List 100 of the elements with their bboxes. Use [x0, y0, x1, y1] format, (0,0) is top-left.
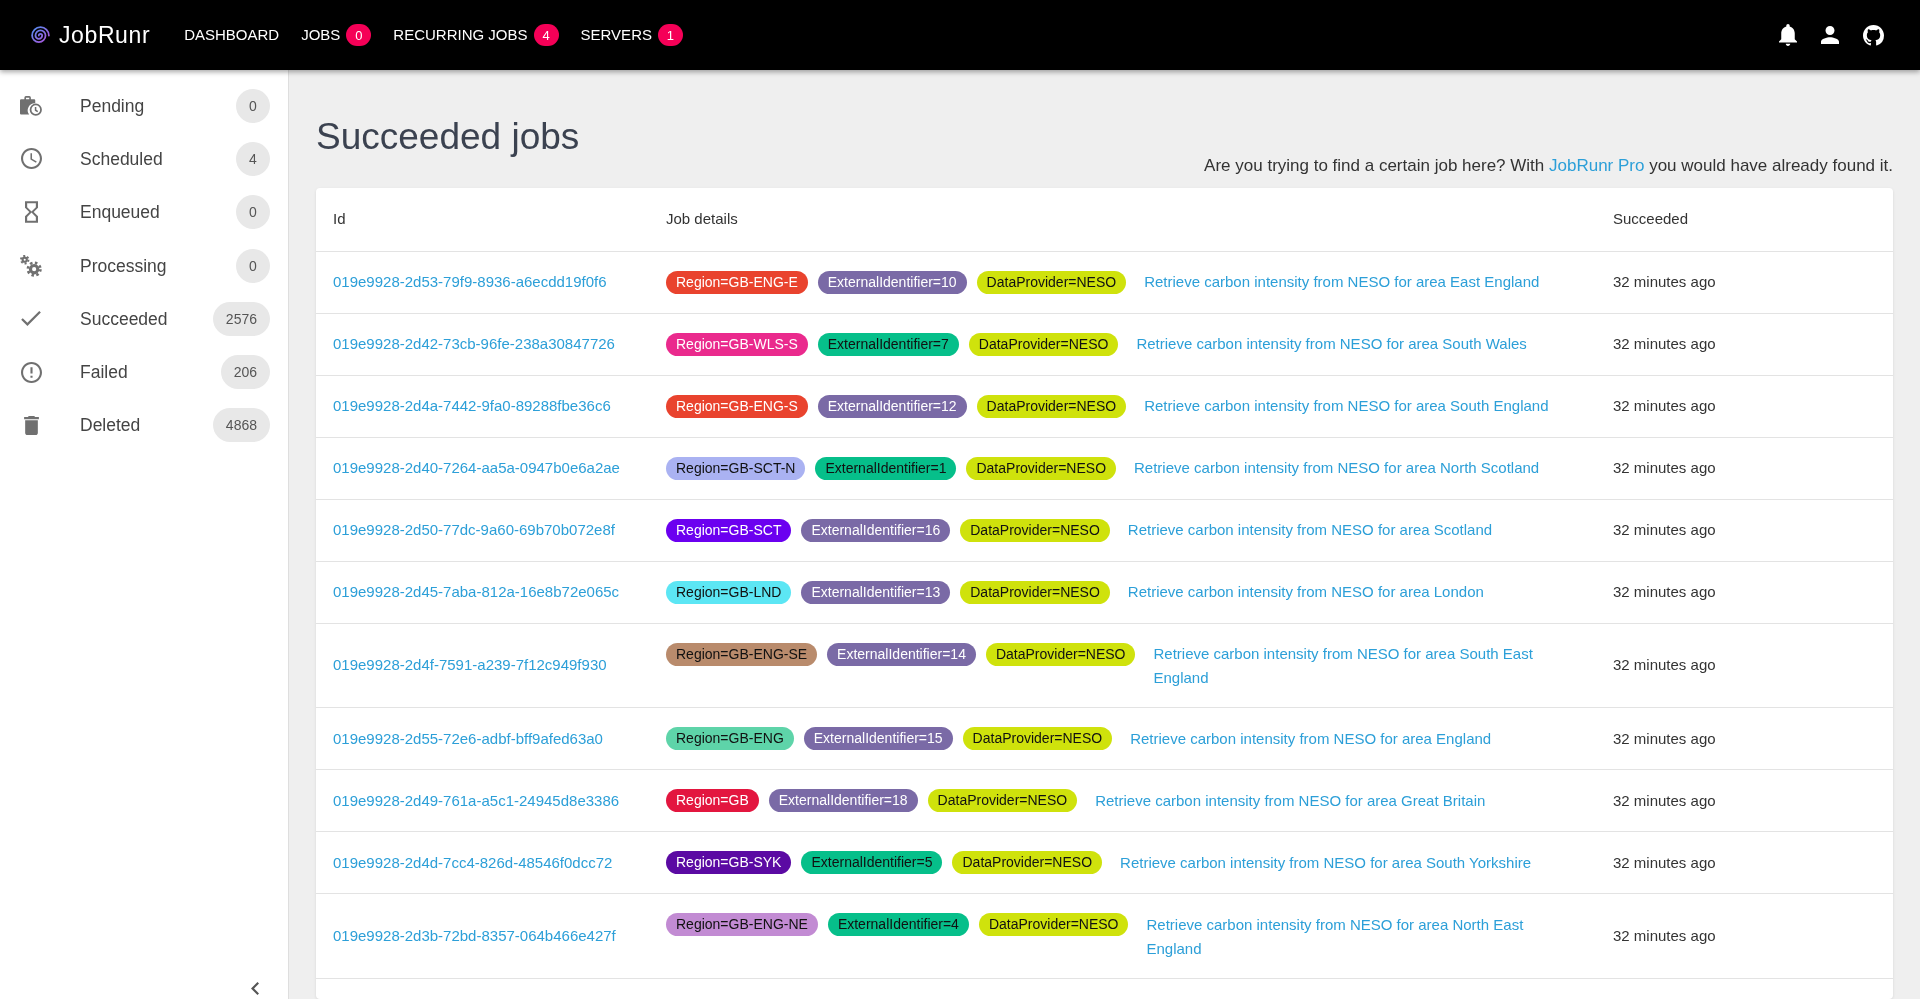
job-id-link[interactable]: 019e9928-2d3b-72bd-8357-064b466e427f	[333, 926, 616, 944]
job-id-link[interactable]: 019e9928-2d4a-7442-9fa0-89288fbe36c6	[333, 397, 611, 414]
count-badge: 0	[236, 88, 270, 123]
count-badge: 4868	[212, 408, 270, 443]
succeeded-time: 32 minutes ago	[1613, 853, 1716, 871]
job-tag: DataProvider=NESO	[962, 727, 1113, 750]
job-id-link[interactable]: 019e9928-2d4f-7591-a239-7f12c949f930	[333, 656, 607, 674]
briefcase-clock-icon	[20, 95, 42, 116]
job-tag: ExternalIdentifier=18	[768, 789, 918, 812]
job-tag: Region=GB-ENG-SE	[666, 642, 818, 666]
job-name-link[interactable]: Retrieve carbon intensity from NESO for area Great Britain	[1095, 788, 1486, 813]
job-tag: Region=GB	[666, 789, 759, 812]
job-tag: DataProvider=NESO	[976, 270, 1127, 294]
job-id-link[interactable]: 019e9928-2d40-7264-aa5a-0947b0e6a2ae	[333, 459, 620, 476]
person-icon	[1821, 26, 1839, 44]
job-tag: Region=GB-LND	[666, 580, 792, 604]
job-name-link[interactable]: Retrieve carbon intensity from NESO for area North Scotland	[1134, 456, 1540, 480]
job-id-link[interactable]: 019e9928-2d4d-7cc4-826d-48546f0dcc72	[333, 853, 613, 871]
notifications-button[interactable]	[1779, 24, 1797, 46]
nav-link[interactable]: JOBS	[301, 25, 341, 45]
sidebar-link[interactable]: Deleted	[20, 413, 141, 438]
job-id-link[interactable]: 019e9928-2d53-79f9-8936-a6ecdd19f0f6	[333, 273, 607, 290]
bell-icon	[1779, 24, 1797, 46]
count-badge: 0	[346, 24, 372, 46]
spiral-logo-icon	[31, 25, 50, 45]
hourglass-icon	[24, 201, 38, 224]
job-tag: ExternalIdentifier=13	[801, 580, 951, 604]
job-name-link[interactable]: Retrieve carbon intensity from NESO for area England	[1130, 726, 1492, 751]
clock-icon	[20, 148, 42, 170]
succeeded-time: 32 minutes ago	[1613, 459, 1716, 476]
github-button[interactable]	[1863, 24, 1884, 46]
job-name-link[interactable]: Retrieve carbon intensity from NESO for area South England	[1144, 394, 1549, 418]
job-tag: Region=GB-ENG-NE	[666, 913, 818, 936]
account-button[interactable]	[1821, 26, 1839, 44]
job-tag: DataProvider=NESO	[985, 642, 1136, 666]
job-tag: DataProvider=NESO	[976, 394, 1127, 418]
job-name-link[interactable]: Retrieve carbon intensity from NESO for area East England	[1144, 270, 1540, 294]
job-tag: DataProvider=NESO	[978, 913, 1129, 936]
job-id-link[interactable]: 019e9928-2d49-761a-a5c1-24945d8e3386	[333, 791, 620, 809]
sidebar-link[interactable]: Pending	[20, 93, 145, 118]
job-name-link[interactable]: Retrieve carbon intensity from NESO for area London	[1127, 580, 1484, 604]
count-badge: 206	[220, 355, 270, 390]
sidebar-link[interactable]: Processing	[20, 253, 167, 278]
job-tag: ExternalIdentifier=5	[801, 851, 943, 874]
job-tag: Region=GB-ENG-S	[666, 394, 808, 418]
job-tag: DataProvider=NESO	[968, 332, 1119, 356]
job-tag: Region=GB-ENG-E	[666, 270, 808, 294]
job-name-link[interactable]: Retrieve carbon intensity from NESO for area North East England	[1146, 912, 1579, 961]
job-name-link[interactable]: Retrieve carbon intensity from NESO for area South East England	[1153, 642, 1579, 690]
job-tag: ExternalIdentifier=14	[827, 642, 976, 666]
sidebar-link[interactable]: Succeeded	[20, 306, 168, 331]
job-tag: DataProvider=NESO	[960, 518, 1110, 542]
jobrunr-pro-link[interactable]: JobRunr Pro	[1549, 156, 1645, 175]
job-tag: ExternalIdentifier=4	[827, 913, 969, 936]
column-header: Job details	[666, 210, 738, 228]
count-badge: 4	[236, 141, 270, 176]
job-tag: DataProvider=NESO	[960, 580, 1110, 604]
nav-link[interactable]: RECURRING JOBS	[393, 25, 528, 45]
sidebar-link[interactable]: Failed	[20, 360, 128, 385]
job-tag: Region=GB-ENG	[666, 727, 794, 750]
job-tag: ExternalIdentifier=7	[817, 332, 959, 356]
sidebar-link[interactable]: Scheduled	[20, 146, 163, 171]
trash-icon	[23, 415, 39, 435]
gears-icon	[20, 254, 42, 277]
page-title: Succeeded jobs	[316, 118, 580, 156]
job-name-link[interactable]: Retrieve carbon intensity from NESO for area South Wales	[1136, 332, 1527, 356]
job-id-link[interactable]: 019e9928-2d55-72e6-adbf-bff9afed63a0	[333, 729, 603, 747]
succeeded-time: 32 minutes ago	[1613, 335, 1716, 352]
job-tag: Region=GB-WLS-S	[666, 332, 808, 356]
job-tag: ExternalIdentifier=10	[817, 270, 967, 294]
promo-text: Are you trying to find a certain job here? With JobRunr Pro you would have already found it.	[1204, 156, 1893, 176]
succeeded-time: 32 minutes ago	[1613, 397, 1716, 414]
job-name-link[interactable]: Retrieve carbon intensity from NESO for area South Yorkshire	[1120, 850, 1532, 875]
github-icon	[1863, 24, 1884, 46]
chevron-left-icon	[251, 982, 259, 995]
job-tag: ExternalIdentifier=15	[803, 727, 953, 750]
succeeded-time: 32 minutes ago	[1613, 791, 1716, 809]
job-id-link[interactable]: 019e9928-2d45-7aba-812a-16e8b72e065c	[333, 583, 620, 600]
job-tag: DataProvider=NESO	[927, 789, 1078, 812]
job-tag: DataProvider=NESO	[952, 851, 1103, 874]
job-tag: DataProvider=NESO	[966, 456, 1117, 480]
column-header: Id	[333, 210, 346, 228]
sidebar-link[interactable]: Enqueued	[20, 200, 160, 225]
job-name-link[interactable]: Retrieve carbon intensity from NESO for area Scotland	[1127, 518, 1493, 542]
count-badge: 0	[236, 195, 270, 230]
count-badge: 2576	[212, 301, 270, 336]
logo-text[interactable]: JobRunr	[59, 21, 151, 49]
job-id-link[interactable]: 019e9928-2d50-77dc-9a60-69b70b072e8f	[333, 521, 615, 538]
job-tag: Region=GB-SCT-N	[666, 456, 806, 480]
succeeded-time: 32 minutes ago	[1613, 926, 1716, 944]
job-tag: Region=GB-SYK	[666, 851, 792, 874]
job-tag: ExternalIdentifier=12	[817, 394, 967, 418]
nav-link[interactable]: SERVERS	[580, 25, 652, 45]
count-badge: 1	[657, 24, 683, 46]
job-tag: ExternalIdentifier=16	[801, 518, 951, 542]
job-tag: Region=GB-SCT	[666, 518, 792, 542]
succeeded-time: 32 minutes ago	[1613, 656, 1716, 674]
nav-link[interactable]: DASHBOARD	[184, 25, 280, 45]
job-id-link[interactable]: 019e9928-2d42-73cb-96fe-238a30847726	[333, 335, 615, 352]
succeeded-time: 32 minutes ago	[1613, 729, 1716, 747]
